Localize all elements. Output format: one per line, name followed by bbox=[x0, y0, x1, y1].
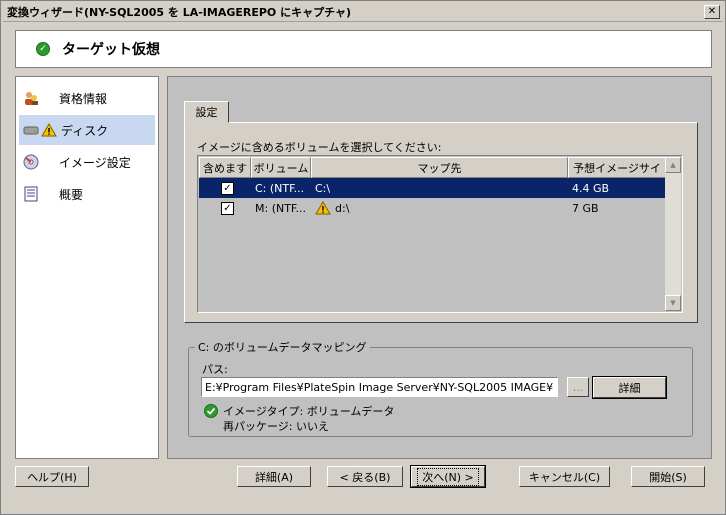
browse-button[interactable]: ... bbox=[567, 377, 589, 397]
details-label: 詳細(A) bbox=[254, 470, 294, 484]
details-button[interactable]: 詳細(A) bbox=[237, 466, 311, 487]
map-to-value: d:\ bbox=[335, 201, 350, 215]
back-label: < 戻る(B) bbox=[339, 470, 391, 484]
mapping-details-button[interactable]: 詳細 bbox=[592, 376, 667, 399]
window-title: 変換ウィザード(NY-SQL2005 を LA-IMAGEREPO にキャプチャ… bbox=[7, 6, 352, 19]
sidebar-item-disk[interactable]: ディスク bbox=[19, 115, 155, 145]
scroll-up-icon[interactable]: ▲ bbox=[665, 157, 681, 173]
path-label: パス: bbox=[202, 363, 228, 376]
start-label: 開始(S) bbox=[649, 470, 687, 484]
success-check-icon bbox=[204, 404, 218, 418]
sidebar-item-label: 概要 bbox=[59, 187, 84, 202]
volume-instruction: イメージに含めるボリュームを選択してください: bbox=[197, 141, 442, 154]
sidebar-item-image-settings[interactable]: イメージ設定 bbox=[19, 147, 155, 177]
map-to-cell[interactable]: d:\ bbox=[311, 198, 568, 218]
start-button[interactable]: 開始(S) bbox=[631, 466, 705, 487]
path-input[interactable] bbox=[201, 377, 558, 397]
sidebar-item-summary[interactable]: 概要 bbox=[19, 179, 155, 209]
warning-icon bbox=[41, 123, 57, 137]
next-label: 次へ(N) > bbox=[417, 467, 479, 486]
column-header-include[interactable]: 含めます bbox=[199, 157, 251, 178]
next-button[interactable]: 次へ(N) > bbox=[410, 465, 486, 488]
volume-cell: M: (NTF... bbox=[255, 201, 306, 215]
table-header: 含めます ボリューム マップ先 予想イメージサイ bbox=[199, 157, 666, 178]
back-button[interactable]: < 戻る(B) bbox=[327, 466, 403, 487]
help-label: ヘルプ(H) bbox=[27, 470, 77, 484]
column-header-map-to[interactable]: マップ先 bbox=[311, 157, 568, 178]
table-row[interactable]: ✓ C: (NTF... C:\ 4.4 GB bbox=[199, 178, 666, 198]
table-row[interactable]: ✓ M: (NTF... d:\ 7 GB bbox=[199, 198, 666, 218]
page-header: ✓ ターゲット仮想 bbox=[15, 30, 712, 68]
success-check-icon: ✓ bbox=[36, 42, 50, 56]
size-cell: 7 GB bbox=[572, 201, 599, 215]
sidebar-item-label: 資格情報 bbox=[59, 91, 108, 106]
volume-cell: C: (NTF... bbox=[255, 181, 305, 195]
wizard-window: 変換ウィザード(NY-SQL2005 を LA-IMAGEREPO にキャプチャ… bbox=[0, 0, 726, 515]
include-checkbox[interactable]: ✓ bbox=[221, 201, 234, 215]
sidebar-item-credentials[interactable]: 資格情報 bbox=[19, 83, 155, 113]
close-button[interactable]: ✕ bbox=[704, 5, 720, 19]
cancel-button[interactable]: キャンセル(C) bbox=[519, 466, 610, 487]
sidebar-item-label: イメージ設定 bbox=[59, 155, 131, 170]
repackage-text: 再パッケージ: いいえ bbox=[223, 420, 329, 433]
map-to-cell[interactable]: C:\ bbox=[311, 178, 568, 198]
title-bar: 変換ウィザード(NY-SQL2005 を LA-IMAGEREPO にキャプチャ… bbox=[3, 3, 723, 22]
include-checkbox[interactable]: ✓ bbox=[221, 181, 234, 195]
vertical-scrollbar[interactable]: ▲ ▼ bbox=[665, 157, 681, 311]
tab-settings[interactable]: 設定 bbox=[184, 101, 229, 123]
column-header-volume[interactable]: ボリューム bbox=[251, 157, 311, 178]
volume-mapping-label: C: のボリュームデータマッピング bbox=[195, 339, 370, 355]
disk-icon bbox=[23, 126, 39, 135]
close-icon: ✕ bbox=[707, 6, 717, 17]
image-settings-icon bbox=[23, 154, 39, 170]
column-header-estimated-size[interactable]: 予想イメージサイ bbox=[568, 157, 666, 178]
mapping-details-label: 詳細 bbox=[618, 381, 641, 395]
sidebar-item-label: ディスク bbox=[61, 123, 109, 138]
volume-table: 含めます ボリューム マップ先 予想イメージサイ ✓ C: (NTF... C:… bbox=[197, 155, 683, 313]
size-cell: 4.4 GB bbox=[572, 181, 610, 195]
sidebar: 資格情報 ディスク イメージ設定 概要 bbox=[15, 76, 159, 459]
tab-settings-label: 設定 bbox=[195, 106, 218, 119]
summary-icon bbox=[24, 186, 38, 202]
credentials-icon bbox=[25, 92, 38, 105]
image-type-text: イメージタイプ: ボリュームデータ bbox=[223, 405, 395, 418]
cancel-label: キャンセル(C) bbox=[528, 470, 601, 484]
help-button[interactable]: ヘルプ(H) bbox=[15, 466, 89, 487]
scroll-down-icon[interactable]: ▼ bbox=[665, 295, 681, 311]
page-title: ターゲット仮想 bbox=[62, 42, 160, 58]
warning-icon bbox=[315, 201, 331, 215]
